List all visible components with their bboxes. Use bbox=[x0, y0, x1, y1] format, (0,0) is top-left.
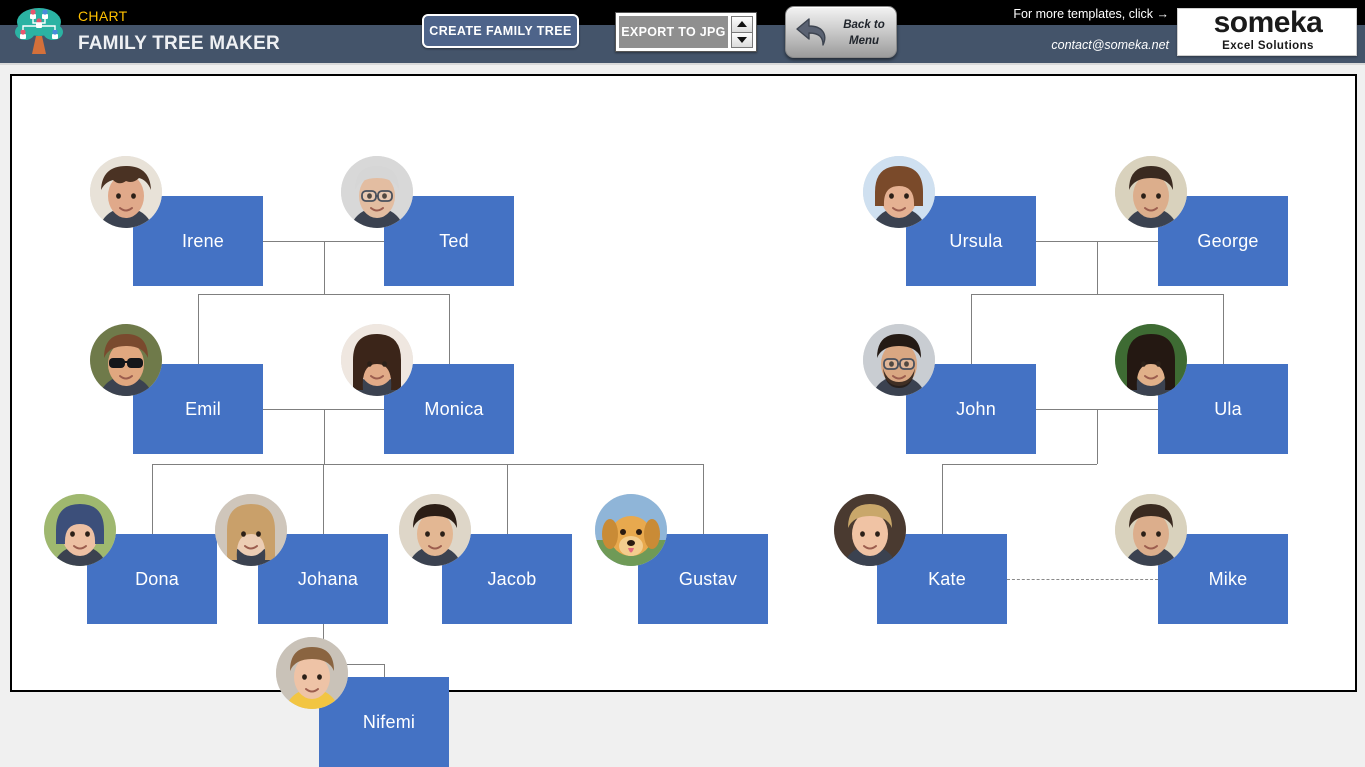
descent-drop-nifemi bbox=[384, 664, 385, 677]
back-to-menu-label: Back to Menu bbox=[843, 19, 885, 47]
descent-drop-emil bbox=[198, 294, 199, 364]
triangle-down-icon bbox=[737, 36, 747, 43]
descent-stem-irene-ted bbox=[323, 241, 325, 294]
person-avatar-young-woman-green-bg[interactable] bbox=[1115, 324, 1187, 396]
spinner-up-button[interactable] bbox=[731, 16, 753, 33]
export-to-jpg-button[interactable]: EXPORT TO JPG bbox=[619, 16, 728, 48]
descent-drop-john bbox=[971, 294, 972, 364]
spinner-down-button[interactable] bbox=[731, 32, 753, 48]
back-to-menu-button[interactable]: Back to Menu bbox=[785, 6, 897, 58]
person-avatar-golden-retriever-puppy[interactable] bbox=[595, 494, 667, 566]
couple-link-irene-ted bbox=[263, 241, 384, 242]
person-avatar-woman-curly-brown-hair[interactable] bbox=[90, 156, 162, 228]
someka-brand-name: someka bbox=[1213, 6, 1323, 39]
descent-stem-ursula-george bbox=[1097, 241, 1098, 294]
create-family-tree-button[interactable]: CREATE FAMILY TREE bbox=[422, 14, 579, 48]
app-header: CHART FAMILY TREE MAKER CREATE FAMILY TR… bbox=[0, 0, 1365, 65]
someka-logo[interactable]: someka Excel Solutions bbox=[1177, 6, 1357, 56]
contact-email: contact@someka.net bbox=[1051, 38, 1169, 52]
family-tree-diagram: Irene Ted Ursula George Emil Monica John… bbox=[12, 76, 1355, 767]
person-avatar-toddler-yellow-bib[interactable] bbox=[276, 637, 348, 709]
descent-bus-generation-2-left bbox=[152, 464, 703, 465]
descent-drop-kate bbox=[942, 464, 943, 534]
couple-link-emil-monica bbox=[263, 409, 384, 410]
descent-drop-monica bbox=[449, 294, 450, 364]
someka-brand-tagline: Excel Solutions bbox=[1222, 40, 1314, 52]
person-avatar-man-dark-hair[interactable] bbox=[1115, 156, 1187, 228]
more-templates-text: For more templates, click → bbox=[1013, 7, 1169, 21]
triangle-up-icon bbox=[737, 21, 747, 28]
person-avatar-girl-headband[interactable] bbox=[44, 494, 116, 566]
descent-drop-ula bbox=[1223, 294, 1224, 364]
person-avatar-woman-bride-dark-hair[interactable] bbox=[341, 324, 413, 396]
export-control-group: EXPORT TO JPG bbox=[615, 12, 757, 52]
family-tree-logo-icon bbox=[14, 6, 64, 58]
descent-bus-generation-1-right bbox=[971, 294, 1223, 295]
chart-canvas: Irene Ted Ursula George Emil Monica John… bbox=[10, 74, 1357, 767]
descent-stem-john-ula bbox=[1097, 409, 1098, 464]
couple-link-ursula-george bbox=[1036, 241, 1158, 242]
back-arrow-icon bbox=[792, 14, 832, 52]
person-avatar-woman-auburn-hair[interactable] bbox=[863, 156, 935, 228]
header-divider bbox=[0, 63, 1365, 65]
person-avatar-man-glasses-beard[interactable] bbox=[863, 324, 935, 396]
couple-link-john-ula bbox=[1036, 409, 1158, 410]
descent-bus-generation-2-right bbox=[942, 464, 1097, 465]
partner-link-kate-mike bbox=[1007, 579, 1158, 580]
page-kicker: CHART bbox=[78, 8, 128, 24]
page-title: FAMILY TREE MAKER bbox=[78, 33, 280, 54]
person-avatar-young-man-blond[interactable] bbox=[834, 494, 906, 566]
descent-bus-generation-1-left bbox=[198, 294, 449, 295]
person-avatar-man-dark-hair[interactable] bbox=[1115, 494, 1187, 566]
descent-drop-dona bbox=[152, 464, 153, 534]
person-avatar-elderly-man-glasses[interactable] bbox=[341, 156, 413, 228]
descent-stem-emil-monica bbox=[323, 409, 325, 464]
descent-drop-gustav bbox=[703, 464, 704, 534]
export-spinner bbox=[731, 16, 753, 48]
person-avatar-man-sunglasses[interactable] bbox=[90, 324, 162, 396]
descent-drop-jacob bbox=[507, 464, 508, 534]
descent-drop-johana bbox=[323, 464, 324, 534]
person-avatar-woman-blonde[interactable] bbox=[215, 494, 287, 566]
person-avatar-boy-dark-hair[interactable] bbox=[399, 494, 471, 566]
